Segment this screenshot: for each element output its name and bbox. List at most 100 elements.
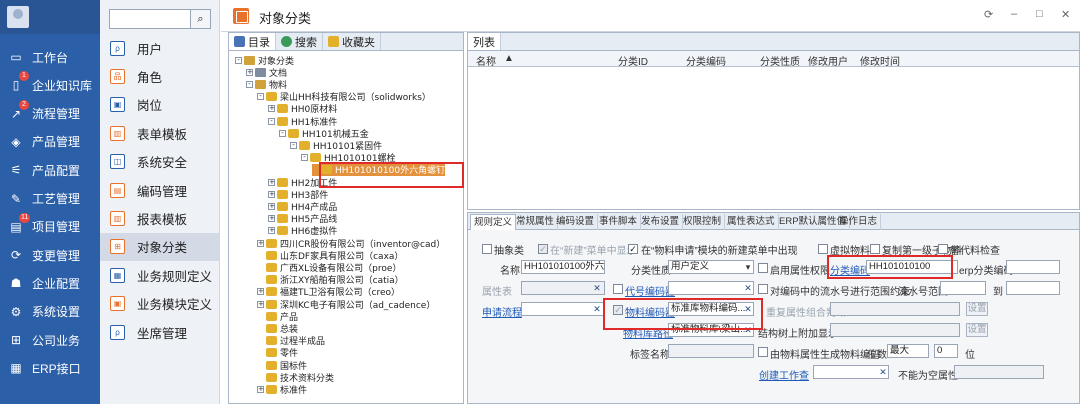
tree-node[interactable]: - 物料 <box>246 78 287 91</box>
workflow-label[interactable]: 申请流程 <box>482 304 522 319</box>
tree-node[interactable]: 山东DF家具有限公司（caxa） <box>257 249 403 262</box>
not-empty-select[interactable] <box>954 365 1044 379</box>
clear-icon[interactable]: ✕ <box>742 282 754 294</box>
serial-range-to[interactable] <box>1006 281 1060 295</box>
tree-node[interactable]: - 梁山HH科技有限公司（solidworks） <box>257 91 431 103</box>
col-category-code[interactable]: 分类编码 <box>686 53 726 68</box>
maximize-icon[interactable]: □ <box>1036 8 1043 20</box>
col-modified-user[interactable]: 修改用户 <box>808 53 848 68</box>
tree-node[interactable]: + 福建TL卫浴有限公司（creo） <box>257 286 400 298</box>
nav-item-10[interactable]: ⊞ 公司业务 <box>0 326 100 354</box>
tree-node[interactable]: + 文档 <box>246 66 287 79</box>
expand-icon[interactable]: + <box>257 239 264 247</box>
digits-number[interactable]: 0 <box>934 344 958 358</box>
clear-icon[interactable]: ✕ <box>591 282 603 294</box>
subnav-item-8[interactable]: ▦ 业务规则定义 <box>100 261 220 289</box>
expand-icon[interactable]: + <box>268 190 275 198</box>
prop-tab-6[interactable]: 属性表达式 <box>724 214 779 230</box>
tree-node[interactable]: + 四川CR股份有限公司（inventor@cad） <box>257 237 445 250</box>
collapse-icon[interactable]: - <box>268 117 275 125</box>
avatar[interactable] <box>7 6 29 28</box>
clear-icon[interactable]: ✕ <box>591 303 603 315</box>
subnav-item-9[interactable]: ▣ 业务模块定义 <box>100 290 220 318</box>
nav-item-3[interactable]: ◈ 产品管理 <box>0 128 100 156</box>
tree-node[interactable]: - HH10101紧固件 <box>290 139 382 152</box>
new-menu-checkbox[interactable]: ✓ <box>538 244 548 254</box>
expand-icon[interactable]: + <box>268 178 275 186</box>
collapse-icon[interactable]: - <box>257 93 264 101</box>
nav-item-6[interactable]: ▤ 11 项目管理 <box>0 212 100 241</box>
digits-select[interactable]: 最大 <box>887 344 929 358</box>
tree-node[interactable]: + HH4产成品 <box>268 200 337 213</box>
subnav-item-3[interactable]: ▥ 表单模板 <box>100 119 220 147</box>
repeat-judge-select[interactable] <box>830 302 960 316</box>
tree-node[interactable]: 过程半成品 <box>257 335 325 347</box>
tree-node[interactable]: 广西XL设备有限公司（proe） <box>257 261 401 274</box>
nav-item-8[interactable]: ☗ 企业配置 <box>0 269 100 297</box>
nav-item-11[interactable]: ▦ ERP接口 <box>0 354 100 382</box>
subnav-item-0[interactable]: ρ 用户 <box>100 34 220 62</box>
expand-icon[interactable]: + <box>257 385 264 393</box>
name-input[interactable]: HH101010100外六角螺 <box>521 260 605 274</box>
expand-icon[interactable]: + <box>268 202 275 210</box>
prop-tab-5[interactable]: 权限控制 <box>680 214 726 230</box>
struct-tree-setting-button[interactable]: 设置 <box>966 323 988 337</box>
chevron-down-icon[interactable]: ▾ <box>742 261 754 273</box>
collapse-icon[interactable]: - <box>279 129 286 137</box>
expand-icon[interactable]: + <box>257 300 264 308</box>
copy-first-level-checkbox[interactable] <box>870 244 880 254</box>
refresh-icon[interactable]: ⟳ <box>984 8 993 21</box>
tree-node[interactable]: - HH1标准件 <box>268 115 337 128</box>
tree-node[interactable]: 技术资料分类 <box>257 371 334 384</box>
tree-node[interactable]: + HH0原材料 <box>268 103 337 115</box>
tree-node[interactable]: + HH6虚拟件 <box>268 225 337 237</box>
code-encoder-checkbox[interactable] <box>613 284 623 294</box>
nav-item-5[interactable]: ✎ 工艺管理 <box>0 185 100 213</box>
erp-code-input[interactable] <box>1006 260 1060 274</box>
tab-directory[interactable]: 目录 <box>229 33 276 50</box>
tree-node[interactable]: HH101010100外六角螺钉 <box>312 163 446 176</box>
clear-icon[interactable]: ✕ <box>742 303 754 315</box>
prop-tab-0[interactable]: 规则定义 <box>470 214 517 230</box>
search-icon[interactable]: ⌕ <box>190 10 210 28</box>
nav-item-7[interactable]: ⟳ 变更管理 <box>0 241 100 269</box>
serial-scope-checkbox[interactable] <box>758 284 768 294</box>
prop-tab-2[interactable]: 编码设置 <box>553 214 599 230</box>
tree-node[interactable]: + HH3部件 <box>268 188 328 201</box>
expand-icon[interactable]: + <box>268 227 275 235</box>
nav-item-0[interactable]: ▭ 工作台 <box>0 43 100 71</box>
tree-node[interactable]: 国标件 <box>257 359 307 372</box>
close-icon[interactable]: ✕ <box>1061 8 1070 21</box>
clear-icon[interactable]: ✕ <box>877 366 889 378</box>
serial-range-from[interactable] <box>940 281 986 295</box>
minimize-icon[interactable]: – <box>1011 8 1017 20</box>
collapse-icon[interactable]: - <box>235 56 242 64</box>
prop-tab-3[interactable]: 事件脚本 <box>596 214 642 230</box>
prop-tab-8[interactable]: 操作日志 <box>836 214 882 230</box>
tree-node[interactable]: + 深圳KC电子有限公司（ad_cadence） <box>257 298 435 311</box>
tree-node[interactable]: 产品 <box>257 310 298 323</box>
tree-node[interactable]: - HH101机械五金 <box>279 127 369 140</box>
expand-icon[interactable]: + <box>268 215 275 223</box>
tree-node[interactable]: - HH1010101螺栓 <box>301 152 396 164</box>
nav-item-9[interactable]: ⚙ 系统设置 <box>0 298 100 326</box>
tree-node[interactable]: 零件 <box>257 347 298 359</box>
tree-node[interactable]: 浙江XY船舶有限公司（catia） <box>257 274 404 286</box>
tab-list[interactable]: 列表 <box>468 33 501 50</box>
tree-node[interactable]: 总装 <box>257 322 298 335</box>
tag-name-select[interactable] <box>668 344 754 358</box>
subnav-item-5[interactable]: ▤ 编码管理 <box>100 176 220 204</box>
subnav-item-1[interactable]: 品角色 <box>100 62 220 90</box>
tree-node[interactable]: - 对象分类 <box>235 54 294 67</box>
tab-search[interactable]: 搜索 <box>276 33 323 50</box>
material-encoder-checkbox[interactable]: ✓ <box>613 305 623 315</box>
nav-item-4[interactable]: ⚟ 产品配置 <box>0 156 100 184</box>
subnav-item-4[interactable]: ◫ 系统安全 <box>100 148 220 176</box>
abstract-checkbox[interactable] <box>482 244 492 254</box>
col-category-id[interactable]: 分类ID <box>618 53 648 68</box>
col-name[interactable]: 名称 <box>476 53 496 68</box>
request-menu-checkbox[interactable]: ✓ <box>628 244 638 254</box>
category-code-input[interactable]: HH101010100 <box>866 260 958 274</box>
enable-permission-checkbox[interactable] <box>758 263 768 273</box>
prop-tab-1[interactable]: 常规属性 <box>513 214 559 230</box>
